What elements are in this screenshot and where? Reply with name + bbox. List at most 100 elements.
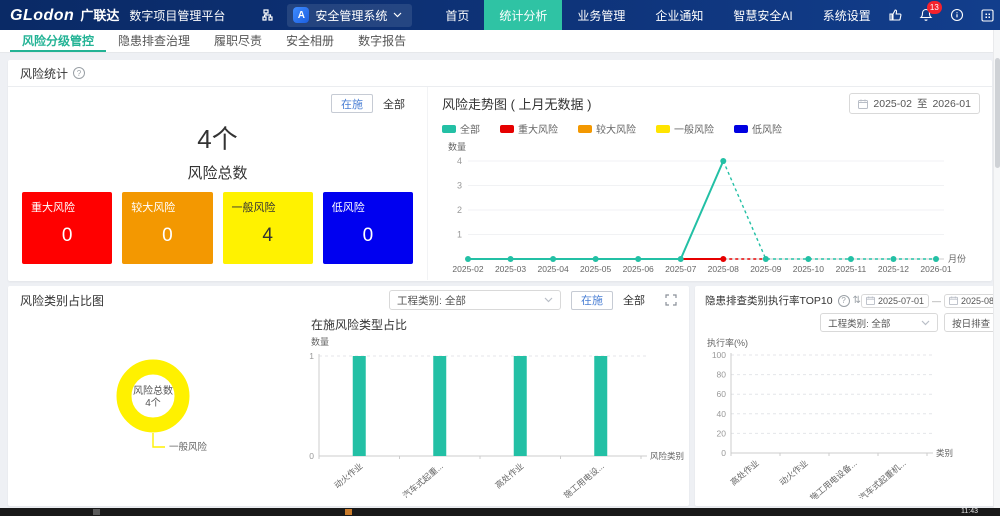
risk-statistics-card: 风险统计 ? 在施 全部 4个 风险总数 重大风险 0 bbox=[8, 60, 992, 281]
nav-item-notice[interactable]: 企业通知 bbox=[640, 0, 718, 30]
svg-text:施工用电设...: 施工用电设... bbox=[562, 461, 606, 498]
risk-card-larger[interactable]: 较大风险 0 bbox=[122, 192, 212, 264]
trend-date-range-picker[interactable]: 2025-02 至 2026-01 bbox=[849, 93, 980, 114]
org-structure-icon[interactable] bbox=[261, 8, 275, 22]
bottom-row: 风险类别占比图 工程类别: 全部 在施 全部 风险总数4个一般风险 bbox=[8, 286, 992, 506]
svg-text:2025-07: 2025-07 bbox=[665, 264, 696, 274]
info-icon[interactable] bbox=[948, 6, 966, 24]
risk-category-body: 风险总数4个一般风险 在施风险类型占比 数量 01动火作业汽车式起重...高处作… bbox=[8, 314, 689, 504]
tab-digital-report[interactable]: 数字报告 bbox=[346, 30, 418, 52]
calendar-icon bbox=[866, 296, 875, 305]
svg-text:80: 80 bbox=[717, 370, 727, 380]
page-scrollbar[interactable] bbox=[993, 30, 1000, 508]
bar-y-axis-label: 数量 bbox=[311, 335, 689, 348]
risk-total-number: 4个 bbox=[8, 119, 427, 156]
nav-item-home[interactable]: 首页 bbox=[430, 0, 484, 30]
svg-text:2025-10: 2025-10 bbox=[793, 264, 824, 274]
trend-title: 风险走势图 ( 上月无数据 ) bbox=[442, 94, 592, 113]
top10-date-range: 2025-07-01 — 2025-08-01 bbox=[861, 294, 1000, 308]
svg-text:汽车式起重机...: 汽车式起重机... bbox=[857, 458, 908, 499]
svg-text:2025-03: 2025-03 bbox=[495, 264, 526, 274]
date-separator: — bbox=[932, 296, 941, 306]
svg-text:风险类别: 风险类别 bbox=[650, 451, 684, 461]
risk-total-label: 风险总数 bbox=[8, 162, 427, 183]
like-icon[interactable] bbox=[886, 6, 904, 24]
taskbar-app-icon[interactable] bbox=[345, 509, 352, 515]
legend-swatch bbox=[500, 125, 514, 133]
svg-text:4: 4 bbox=[457, 156, 462, 166]
nav-item-business[interactable]: 业务管理 bbox=[562, 0, 640, 30]
calendar-icon bbox=[858, 99, 868, 109]
svg-text:风险总数: 风险总数 bbox=[133, 384, 173, 397]
svg-text:2025-04: 2025-04 bbox=[537, 264, 568, 274]
app-selector[interactable]: A 安全管理系统 bbox=[287, 4, 412, 27]
nav-item-settings[interactable]: 系统设置 bbox=[808, 0, 886, 30]
svg-text:4个: 4个 bbox=[145, 397, 161, 409]
scope-toggle-active-button[interactable]: 在施 bbox=[331, 94, 373, 113]
notification-badge: 13 bbox=[927, 1, 942, 14]
scrollbar-thumb[interactable] bbox=[995, 58, 1000, 168]
app-logo-icon: A bbox=[293, 7, 309, 23]
svg-text:2025-11: 2025-11 bbox=[836, 264, 867, 274]
svg-text:月份: 月份 bbox=[948, 253, 966, 264]
taskbar-app-icon[interactable] bbox=[93, 509, 100, 515]
risk-card-major[interactable]: 重大风险 0 bbox=[22, 192, 112, 264]
svg-text:0: 0 bbox=[309, 451, 314, 461]
svg-text:1: 1 bbox=[457, 230, 462, 240]
section-title: 风险类别占比图 bbox=[20, 292, 104, 309]
legend-major[interactable]: 重大风险 bbox=[500, 121, 558, 136]
scope-toggle-active-button[interactable]: 在施 bbox=[571, 291, 613, 310]
chevron-down-icon bbox=[921, 320, 930, 326]
tab-duty[interactable]: 履职尽责 bbox=[202, 30, 274, 52]
svg-text:2025-06: 2025-06 bbox=[623, 264, 654, 274]
nav-item-ai[interactable]: 智慧安全AI bbox=[718, 0, 807, 30]
risk-card-low[interactable]: 低风险 0 bbox=[323, 192, 413, 264]
apps-grid-icon[interactable] bbox=[979, 6, 997, 24]
tab-risk-control[interactable]: 风险分级管控 bbox=[10, 30, 106, 52]
risk-trend-line-chart: 12342025-022025-032025-042025-052025-062… bbox=[442, 153, 980, 275]
svg-text:汽车式起重...: 汽车式起重... bbox=[401, 461, 445, 498]
tab-hazard-investigation[interactable]: 隐患排查治理 bbox=[106, 30, 202, 52]
risk-type-bar-block: 在施风险类型占比 数量 01动火作业汽车式起重...高处作业施工用电设...风险… bbox=[293, 314, 689, 504]
taskbar-clock: 11:43 bbox=[961, 508, 978, 516]
hazard-top10-header: 隐患排查类别执行率TOP10 ? ⇅ 2025-07-01 — 2025-08-… bbox=[705, 293, 1000, 308]
trend-legend: 全部 重大风险 较大风险 一般风险 低风险 bbox=[442, 121, 980, 136]
legend-larger[interactable]: 较大风险 bbox=[578, 121, 636, 136]
help-icon[interactable]: ? bbox=[838, 295, 850, 307]
scope-toggle-all-button[interactable]: 全部 bbox=[613, 291, 655, 310]
end-date-picker[interactable]: 2025-08-01 bbox=[944, 294, 1000, 308]
sort-icon[interactable]: ⇅ bbox=[853, 295, 861, 306]
trend-header: 风险走势图 ( 上月无数据 ) 2025-02 至 2026-01 bbox=[442, 93, 980, 114]
svg-text:一般风险: 一般风险 bbox=[169, 441, 208, 453]
legend-all[interactable]: 全部 bbox=[442, 121, 480, 136]
svg-text:20: 20 bbox=[717, 428, 727, 438]
main-content: 风险统计 ? 在施 全部 4个 风险总数 重大风险 0 bbox=[0, 53, 1000, 508]
sort-mode-select[interactable]: 按日排查 bbox=[944, 313, 1000, 332]
start-date-picker[interactable]: 2025-07-01 bbox=[861, 294, 929, 308]
project-type-select[interactable]: 工程类别: 全部 bbox=[389, 290, 561, 310]
scope-toggle-all-button[interactable]: 全部 bbox=[373, 94, 415, 113]
svg-text:2025-08: 2025-08 bbox=[708, 264, 739, 274]
legend-general[interactable]: 一般风险 bbox=[656, 121, 714, 136]
risk-card-general[interactable]: 一般风险 4 bbox=[223, 192, 313, 264]
risk-trend-panel: 风险走势图 ( 上月无数据 ) 2025-02 至 2026-01 全部 重大风… bbox=[428, 87, 992, 280]
nav-item-statistics[interactable]: 统计分析 bbox=[484, 0, 562, 30]
risk-category-card: 风险类别占比图 工程类别: 全部 在施 全部 风险总数4个一般风险 bbox=[8, 286, 689, 506]
fullscreen-expand-icon[interactable] bbox=[665, 294, 677, 306]
brand-name: 广联达 bbox=[80, 5, 119, 24]
svg-text:2025-12: 2025-12 bbox=[878, 264, 909, 274]
legend-swatch bbox=[656, 125, 670, 133]
risk-level-cards: 重大风险 0 较大风险 0 一般风险 4 低风险 bbox=[22, 192, 413, 264]
notification-bell-icon[interactable]: 13 bbox=[917, 6, 935, 24]
svg-text:施工用电设备...: 施工用电设备... bbox=[808, 458, 859, 499]
svg-text:类别: 类别 bbox=[936, 448, 953, 458]
svg-text:3: 3 bbox=[457, 181, 462, 191]
chevron-down-icon bbox=[544, 297, 553, 303]
risk-totals-panel: 在施 全部 4个 风险总数 重大风险 0 较大风险 0 bbox=[8, 87, 428, 280]
legend-low[interactable]: 低风险 bbox=[734, 121, 782, 136]
svg-text:2025-05: 2025-05 bbox=[580, 264, 611, 274]
project-type-select[interactable]: 工程类别: 全部 bbox=[820, 313, 938, 332]
svg-text:100: 100 bbox=[712, 350, 726, 360]
tab-safety-album[interactable]: 安全相册 bbox=[274, 30, 346, 52]
help-icon[interactable]: ? bbox=[73, 67, 85, 79]
